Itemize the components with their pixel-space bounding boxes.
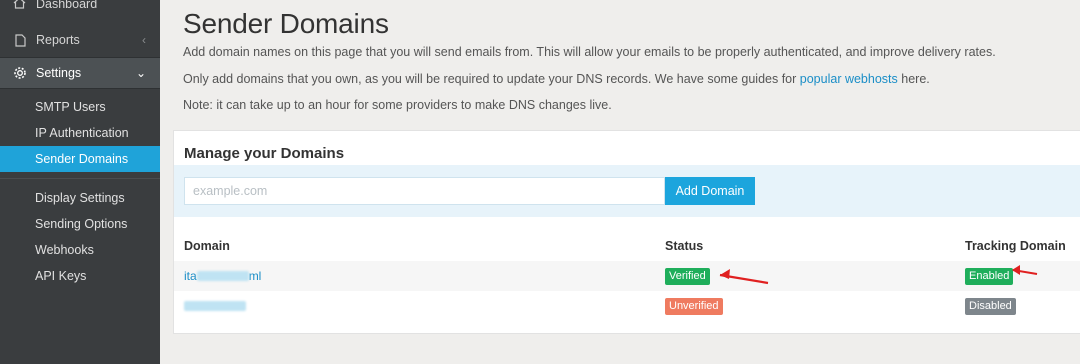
status-cell: Verified bbox=[665, 261, 710, 291]
tracking-cell: Disabled bbox=[965, 291, 1016, 321]
domain-cell[interactable]: ita ml bbox=[184, 261, 261, 291]
status-badge: Unverified bbox=[665, 297, 723, 315]
status-badge: Verified bbox=[665, 267, 710, 285]
nav-settings-label: Settings bbox=[36, 66, 82, 80]
status-cell: Unverified bbox=[665, 291, 723, 321]
nav-dashboard[interactable]: Dashboard bbox=[0, 0, 160, 13]
redacted-blur bbox=[196, 271, 249, 281]
redacted-blur bbox=[184, 301, 246, 311]
sub-sending-options[interactable]: Sending Options bbox=[0, 211, 160, 237]
table-row: Unverified Disabled bbox=[174, 291, 1080, 321]
nav-reports-label: Reports bbox=[36, 33, 80, 47]
sub-api-keys[interactable]: API Keys bbox=[0, 263, 160, 289]
nav-settings[interactable]: Settings ⌄ bbox=[0, 57, 160, 89]
add-domain-button[interactable]: Add Domain bbox=[665, 177, 755, 205]
divider bbox=[0, 178, 160, 179]
dns-text-end: here. bbox=[901, 72, 930, 86]
domain-input[interactable] bbox=[184, 177, 665, 205]
tracking-badge[interactable]: Enabled bbox=[965, 267, 1014, 285]
tracking-badge[interactable]: Disabled bbox=[965, 297, 1016, 315]
sub-ip-authentication[interactable]: IP Authentication bbox=[0, 120, 160, 146]
add-domain-bar: Add Domain bbox=[174, 165, 1080, 217]
panel-title: Manage your Domains bbox=[184, 145, 345, 162]
nav-reports[interactable]: Reports ‹ bbox=[0, 23, 160, 57]
dns-text: Only add domains that you own, as you wi… bbox=[183, 72, 797, 86]
webhosts-link[interactable]: popular webhosts bbox=[800, 72, 898, 86]
header-status: Status bbox=[665, 239, 704, 253]
annotation-arrow-icon bbox=[719, 269, 769, 285]
annotation-arrow-icon bbox=[1012, 265, 1038, 275]
intro-paragraph: Add domain names on this page that you w… bbox=[183, 45, 996, 59]
chevron-left-icon: ‹ bbox=[142, 33, 146, 47]
page-title: Sender Domains bbox=[183, 8, 389, 39]
nav-dashboard-label: Dashboard bbox=[36, 0, 98, 11]
sub-webhooks[interactable]: Webhooks bbox=[0, 237, 160, 263]
manage-domains-panel: Manage your Domains Add Domain Domain St… bbox=[173, 130, 1080, 334]
note-paragraph: Note: it can take up to an hour for some… bbox=[183, 98, 612, 112]
dns-paragraph: Only add domains that you own, as you wi… bbox=[183, 72, 930, 86]
domain-prefix: ita bbox=[184, 269, 197, 283]
chevron-down-icon: ⌄ bbox=[135, 66, 146, 80]
header-tracking-domain: Tracking Domain bbox=[965, 239, 1066, 253]
sub-display-settings[interactable]: Display Settings bbox=[0, 185, 160, 211]
sidebar: Dashboard Reports ‹ Settings ⌄ SMTP User… bbox=[0, 0, 160, 364]
domain-suffix: ml bbox=[248, 269, 262, 283]
domain-cell[interactable] bbox=[184, 291, 246, 321]
header-domain: Domain bbox=[184, 239, 230, 253]
gear-icon bbox=[13, 66, 27, 80]
table-row: ita ml Verified Enabled bbox=[174, 261, 1080, 291]
sub-smtp-users[interactable]: SMTP Users bbox=[0, 94, 160, 120]
tracking-cell: Enabled bbox=[965, 261, 1014, 291]
document-icon bbox=[13, 33, 27, 47]
sub-sender-domains[interactable]: Sender Domains bbox=[0, 146, 160, 172]
home-icon bbox=[13, 0, 27, 9]
main-content: Sender Domains Add domain names on this … bbox=[160, 0, 1080, 364]
